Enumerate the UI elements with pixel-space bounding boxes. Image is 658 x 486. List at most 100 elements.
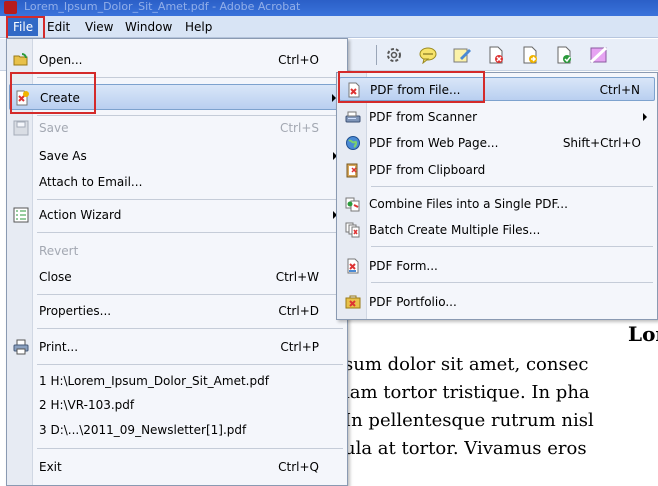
comment-bubble-icon[interactable] xyxy=(418,46,438,64)
document-delete-icon[interactable] xyxy=(486,46,506,64)
menu-separator xyxy=(371,282,653,283)
menu-item-label: Revert xyxy=(39,244,79,258)
menu-item-label: Combine Files into a Single PDF... xyxy=(369,197,568,211)
settings-gear-icon[interactable] xyxy=(384,46,404,64)
menu-item-shortcut: Ctrl+D xyxy=(278,304,319,318)
action-wizard-icon xyxy=(13,207,29,223)
pdf-form-icon xyxy=(345,258,361,274)
menu-item-combine-files[interactable]: Combine Files into a Single PDF... xyxy=(339,193,655,215)
sign-pen-icon[interactable] xyxy=(452,46,472,64)
menu-item-label: PDF from Scanner xyxy=(369,110,478,124)
menu-item-save[interactable]: Save Ctrl+S xyxy=(9,117,345,139)
document-line: ula at tortor. Vivamus eros xyxy=(344,438,587,459)
menu-item-label: Close xyxy=(39,270,72,284)
create-submenu: PDF from File... Ctrl+N PDF from Scanner… xyxy=(336,72,658,320)
clipboard-icon xyxy=(345,162,361,178)
menu-item-pdf-from-web-page[interactable]: PDF from Web Page... Shift+Ctrl+O xyxy=(339,132,655,154)
web-globe-icon xyxy=(345,135,361,151)
menu-separator xyxy=(37,328,343,329)
menu-item-pdf-from-scanner[interactable]: PDF from Scanner xyxy=(339,106,655,128)
menu-item-label: Attach to Email... xyxy=(39,175,143,189)
menu-separator xyxy=(37,199,343,200)
document-export-icon[interactable] xyxy=(520,46,540,64)
scanner-icon xyxy=(345,109,361,125)
menu-item-shortcut: Ctrl+O xyxy=(278,53,319,67)
recent-file-1[interactable]: 1 H:\Lorem_Ipsum_Dolor_Sit_Amet.pdf xyxy=(9,370,345,392)
menu-item-open[interactable]: Open... Ctrl+O xyxy=(9,49,345,71)
menu-separator xyxy=(37,232,343,233)
menu-separator xyxy=(371,246,653,247)
menu-item-label: PDF Portfolio... xyxy=(369,295,457,309)
recent-file-3[interactable]: 3 D:\...\2011_09_Newsletter[1].pdf xyxy=(9,419,345,441)
color-palette-icon[interactable] xyxy=(588,46,610,64)
document-line: In pellentesque rutrum nisl xyxy=(344,410,594,431)
document-share-icon[interactable] xyxy=(554,46,574,64)
menu-window[interactable]: Window xyxy=(120,18,177,36)
menu-separator xyxy=(371,186,653,187)
pdf-portfolio-icon xyxy=(345,294,361,310)
menu-item-action-wizard[interactable]: Action Wizard xyxy=(9,204,345,226)
menu-separator xyxy=(37,294,343,295)
title-bar: Lorem_Ipsum_Dolor_Sit_Amet.pdf - Adobe A… xyxy=(0,0,658,16)
document-line: iam tortor tristique. In pha xyxy=(344,382,590,403)
menu-item-label: PDF from File... xyxy=(370,83,461,97)
menu-item-shortcut: Ctrl+W xyxy=(275,270,319,284)
submenu-arrow-icon xyxy=(643,113,647,121)
menu-item-label: PDF from Web Page... xyxy=(369,136,499,150)
menu-view[interactable]: View xyxy=(80,18,118,36)
menu-item-label: Properties... xyxy=(39,304,112,318)
toolbar-separator xyxy=(376,45,377,65)
menu-edit[interactable]: Edit xyxy=(42,18,75,36)
menu-item-label: Open... xyxy=(39,53,83,67)
save-disk-icon xyxy=(13,120,29,136)
menu-item-batch-create[interactable]: Batch Create Multiple Files... xyxy=(339,219,655,241)
menu-separator xyxy=(37,448,343,449)
menu-item-label: Action Wizard xyxy=(39,208,122,222)
menu-item-shortcut: Ctrl+S xyxy=(279,121,319,135)
menu-item-shortcut: Ctrl+N xyxy=(599,83,640,97)
menu-item-label: 3 D:\...\2011_09_Newsletter[1].pdf xyxy=(39,423,247,437)
menu-item-label: 1 H:\Lorem_Ipsum_Dolor_Sit_Amet.pdf xyxy=(39,374,269,388)
menu-item-attach-to-email[interactable]: Attach to Email... xyxy=(9,171,345,193)
menu-item-print[interactable]: Print... Ctrl+P xyxy=(9,336,345,358)
combine-files-icon xyxy=(345,196,361,212)
menu-item-create[interactable]: Create xyxy=(9,84,345,110)
menu-item-label: PDF Form... xyxy=(369,259,438,273)
document-heading: Lor xyxy=(628,322,658,346)
create-pdf-icon xyxy=(14,90,30,106)
recent-file-2[interactable]: 2 H:\VR-103.pdf xyxy=(9,394,345,416)
menu-separator xyxy=(37,115,343,116)
menu-item-label: Save As xyxy=(39,149,87,163)
menu-item-revert[interactable]: Revert xyxy=(9,240,345,262)
menu-bar: File Edit View Window Help xyxy=(0,16,658,38)
batch-create-icon xyxy=(345,222,361,238)
menu-item-shortcut: Ctrl+P xyxy=(280,340,319,354)
menu-item-close[interactable]: Close Ctrl+W xyxy=(9,266,345,288)
menu-item-label: Print... xyxy=(39,340,79,354)
menu-item-pdf-portfolio[interactable]: PDF Portfolio... xyxy=(339,291,655,313)
menu-item-pdf-from-file[interactable]: PDF from File... Ctrl+N xyxy=(339,77,655,101)
menu-item-shortcut: Shift+Ctrl+O xyxy=(562,136,641,150)
file-menu: Open... Ctrl+O Create Save Ctrl+S Save A… xyxy=(6,38,348,486)
acrobat-app-icon xyxy=(4,1,17,14)
menu-item-properties[interactable]: Properties... Ctrl+D xyxy=(9,300,345,322)
open-folder-icon xyxy=(13,52,29,68)
menu-item-save-as[interactable]: Save As xyxy=(9,145,345,167)
menu-item-shortcut: Ctrl+Q xyxy=(278,460,319,474)
menu-item-label: Create xyxy=(40,91,80,105)
menu-item-pdf-from-clipboard[interactable]: PDF from Clipboard xyxy=(339,159,655,181)
menu-help[interactable]: Help xyxy=(180,18,217,36)
document-line: sum dolor sit amet, consec xyxy=(344,354,589,375)
menu-file[interactable]: File xyxy=(8,18,39,36)
menu-item-exit[interactable]: Exit Ctrl+Q xyxy=(9,456,345,478)
menu-item-pdf-form[interactable]: PDF Form... xyxy=(339,255,655,277)
menu-item-label: Save xyxy=(39,121,69,135)
window-title: Lorem_Ipsum_Dolor_Sit_Amet.pdf - Adobe A… xyxy=(24,0,301,13)
menu-separator xyxy=(37,77,343,78)
menu-item-label: Exit xyxy=(39,460,62,474)
menu-item-label: PDF from Clipboard xyxy=(369,163,486,177)
printer-icon xyxy=(13,339,29,355)
menu-separator xyxy=(37,364,343,365)
menu-item-label: Batch Create Multiple Files... xyxy=(369,223,541,237)
menu-item-label: 2 H:\VR-103.pdf xyxy=(39,398,135,412)
